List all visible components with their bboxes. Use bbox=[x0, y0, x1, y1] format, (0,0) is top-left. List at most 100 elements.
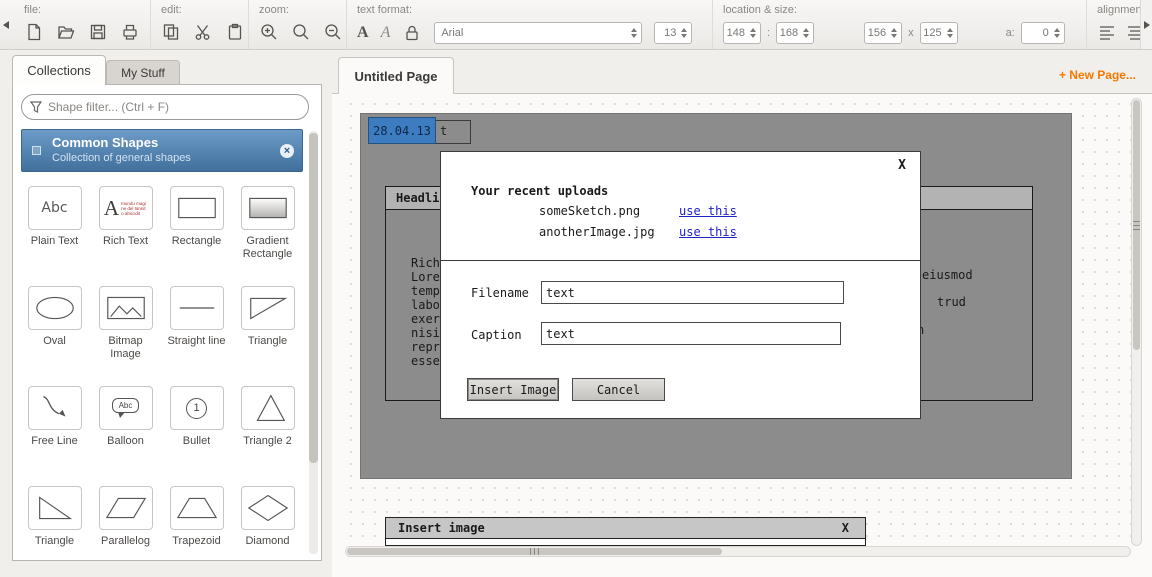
shape-icon bbox=[241, 186, 295, 230]
shape-item[interactable]: Oval bbox=[19, 279, 90, 379]
shapes-sidebar: Collections My Stuff Common Shapes Colle… bbox=[8, 55, 330, 561]
insert-image-button[interactable]: Insert Image bbox=[467, 378, 559, 401]
shape-item[interactable]: Free Line bbox=[19, 379, 90, 479]
shape-icon: Abc bbox=[99, 386, 153, 430]
shape-filter-input[interactable] bbox=[21, 94, 309, 120]
bold-button[interactable]: A bbox=[357, 23, 369, 43]
font-family-spinner-arrows[interactable] bbox=[628, 28, 641, 38]
shape-item[interactable]: Straight line bbox=[161, 279, 232, 379]
shape-label: Bullet bbox=[183, 435, 211, 448]
new-page-link[interactable]: + New Page... bbox=[1059, 68, 1136, 82]
copy-button[interactable] bbox=[161, 22, 181, 42]
zoom-in-button[interactable] bbox=[259, 22, 279, 42]
toolbar-group-zoom: zoom: bbox=[248, 0, 346, 50]
mockup-dialog-close[interactable]: X bbox=[898, 158, 906, 173]
toolbar-group-text-format: text format: A A Arial 13 bbox=[346, 0, 712, 50]
shape-item[interactable]: Triangle 2 bbox=[232, 379, 303, 479]
paste-button[interactable] bbox=[225, 22, 245, 42]
save-document-button[interactable] bbox=[88, 22, 108, 42]
shape-item[interactable]: Trapezoid bbox=[161, 479, 232, 558]
x-position-spinner[interactable]: 148 bbox=[723, 22, 761, 44]
sidebar-scrollbar-thumb[interactable] bbox=[309, 133, 318, 463]
mockup-insert-image-titlebar[interactable]: Insert image X bbox=[385, 517, 866, 539]
mockup-text-block[interactable]: RichLoretemplaboexernisirepresse bbox=[411, 256, 440, 368]
font-size-spinner-arrows[interactable] bbox=[678, 28, 691, 38]
insert-image-close[interactable]: X bbox=[842, 521, 849, 535]
shape-icon bbox=[28, 286, 82, 330]
horizontal-scrollbar-thumb[interactable] bbox=[347, 548, 722, 555]
use-this-link[interactable]: use this bbox=[679, 225, 737, 246]
width-spinner[interactable]: 156 bbox=[864, 22, 902, 44]
height-value: 125 bbox=[921, 27, 944, 39]
shape-item[interactable]: Bitmap Image bbox=[90, 279, 161, 379]
edit-group-label: edit: bbox=[151, 4, 248, 18]
new-document-button[interactable] bbox=[24, 22, 44, 42]
align-left-button[interactable] bbox=[1097, 22, 1117, 42]
toolbar-group-alignment: alignmen bbox=[1086, 0, 1142, 50]
canvas-vertical-scrollbar[interactable] bbox=[1131, 98, 1142, 546]
zoom-in-icon bbox=[259, 22, 279, 42]
shape-item[interactable]: Triangle bbox=[232, 279, 303, 379]
shape-icon bbox=[241, 286, 295, 330]
tab-my-stuff[interactable]: My Stuff bbox=[106, 60, 180, 85]
collection-header[interactable]: Common Shapes Collection of general shap… bbox=[21, 129, 303, 172]
caption-field[interactable] bbox=[541, 322, 841, 345]
location-size-group-label: location & size: bbox=[713, 4, 1086, 18]
height-spinner[interactable]: 125 bbox=[920, 22, 958, 44]
file-group-label: file: bbox=[14, 4, 150, 18]
mockup-date-tab[interactable]: 28.04.13 bbox=[368, 117, 436, 144]
shape-item[interactable]: Gradient Rectangle bbox=[232, 179, 303, 279]
mockup-upload-dialog[interactable]: X Your recent uploads someSketch.png use… bbox=[440, 151, 921, 419]
cancel-button[interactable]: Cancel bbox=[572, 378, 665, 401]
lock-format-button[interactable] bbox=[402, 23, 422, 43]
canvas-horizontal-scrollbar[interactable] bbox=[345, 546, 1131, 557]
y-position-spinner[interactable]: 168 bbox=[776, 22, 814, 44]
italic-button[interactable]: A bbox=[381, 23, 391, 43]
shape-icon: Abc bbox=[28, 186, 82, 230]
shape-item[interactable]: Amundu magine del tannito abscidit Rich … bbox=[90, 179, 161, 279]
y-position-value: 168 bbox=[777, 27, 800, 39]
text-fragment: exer bbox=[411, 312, 440, 326]
shape-item[interactable]: Abc Plain Text bbox=[19, 179, 90, 279]
open-document-button[interactable] bbox=[56, 22, 76, 42]
print-button[interactable] bbox=[120, 22, 140, 42]
sidebar-scrollbar[interactable] bbox=[309, 131, 318, 554]
cut-button[interactable] bbox=[193, 22, 213, 42]
editor-area: Untitled Page + New Page... 28.04.13 t H… bbox=[332, 55, 1152, 577]
save-icon bbox=[88, 22, 108, 42]
font-size-spinner[interactable]: 13 bbox=[654, 22, 692, 44]
toolbar-scroll-left-button[interactable] bbox=[0, 0, 12, 50]
shape-label: Oval bbox=[43, 335, 66, 348]
page-tab-untitled[interactable]: Untitled Page bbox=[338, 57, 454, 94]
chevron-right-icon bbox=[1144, 21, 1150, 29]
filename-field[interactable] bbox=[541, 281, 844, 304]
collapse-icon[interactable] bbox=[32, 146, 41, 155]
italic-icon: A bbox=[381, 23, 391, 43]
mockup-second-tab[interactable]: t bbox=[433, 120, 471, 144]
angle-spinner[interactable]: 0 bbox=[1021, 22, 1065, 44]
upload-row: anotherImage.jpg use this bbox=[441, 225, 920, 246]
shape-label: Bitmap Image bbox=[93, 335, 159, 361]
zoom-icon bbox=[291, 22, 311, 42]
vertical-scrollbar-thumb[interactable] bbox=[1133, 100, 1140, 350]
caption-label: Caption bbox=[471, 328, 522, 342]
shape-item[interactable]: 1 Bullet bbox=[161, 379, 232, 479]
use-this-link[interactable]: use this bbox=[679, 204, 737, 225]
collection-close-button[interactable]: × bbox=[280, 144, 294, 158]
zoom-reset-button[interactable] bbox=[291, 22, 311, 42]
drawing-canvas[interactable]: 28.04.13 t Headline RichLoretemplaboexer… bbox=[345, 98, 1131, 546]
shape-label: Triangle bbox=[35, 535, 74, 548]
shape-label: Straight line bbox=[167, 335, 225, 348]
zoom-out-button[interactable] bbox=[323, 22, 343, 42]
uploads-list: someSketch.png use this anotherImage.jpg… bbox=[441, 204, 920, 246]
shape-item[interactable]: Parallelog bbox=[90, 479, 161, 558]
shape-item[interactable]: Triangle bbox=[19, 479, 90, 558]
tab-collections[interactable]: Collections bbox=[12, 55, 106, 85]
collections-panel: Common Shapes Collection of general shap… bbox=[12, 84, 322, 561]
toolbar-scroll-right-button[interactable] bbox=[1140, 0, 1152, 50]
font-family-select[interactable]: Arial bbox=[434, 22, 642, 44]
shape-item[interactable]: Rectangle bbox=[161, 179, 232, 279]
shape-item[interactable]: Abc Balloon bbox=[90, 379, 161, 479]
angle-value: 0 bbox=[1022, 27, 1051, 39]
shape-item[interactable]: Diamond bbox=[232, 479, 303, 558]
